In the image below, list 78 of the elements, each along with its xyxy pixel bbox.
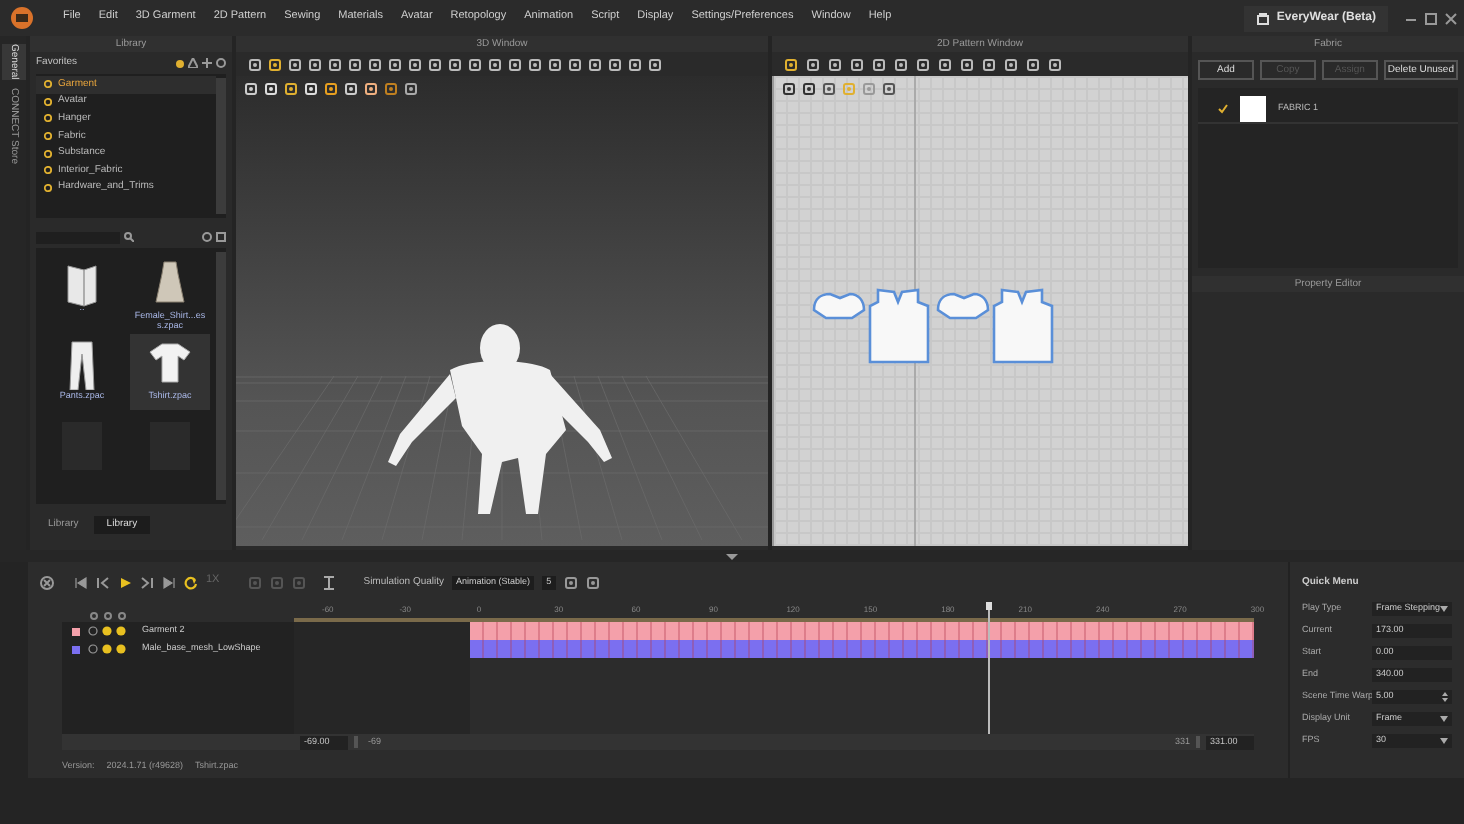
close-icon[interactable] xyxy=(1444,11,1458,25)
list-icon[interactable] xyxy=(216,232,226,242)
animation-clip-bar[interactable] xyxy=(470,622,1254,640)
scrollbar[interactable] xyxy=(216,252,226,500)
dropdown-arrow-icon xyxy=(1440,606,1448,612)
animation-clip-bar[interactable] xyxy=(470,640,1254,658)
tool-icon[interactable] xyxy=(784,57,798,71)
visibility-dot-icon[interactable] xyxy=(102,626,112,636)
tool-icon[interactable] xyxy=(308,57,322,71)
tool-icon[interactable] xyxy=(388,57,402,71)
tool-icon[interactable] xyxy=(1048,57,1062,71)
tool-icon[interactable] xyxy=(364,82,378,96)
star-dot-icon[interactable] xyxy=(176,59,184,67)
tool-icon[interactable] xyxy=(488,57,502,71)
range-handle[interactable] xyxy=(354,736,358,748)
range-handle[interactable] xyxy=(1195,736,1200,748)
tool-icon[interactable] xyxy=(806,57,820,71)
search-icon[interactable] xyxy=(124,232,134,242)
tool-icon[interactable] xyxy=(324,82,338,96)
tool-icon[interactable] xyxy=(648,57,662,71)
tool-icon[interactable] xyxy=(828,57,842,71)
skip-forward-icon[interactable] xyxy=(162,575,176,589)
triangle-icon[interactable] xyxy=(188,58,198,68)
tool-icon[interactable] xyxy=(548,57,562,71)
step-back-icon[interactable] xyxy=(96,575,110,589)
spinner-icon xyxy=(1442,692,1448,702)
checkmark-icon[interactable] xyxy=(1218,104,1228,114)
tool-icon[interactable] xyxy=(404,82,418,96)
skip-back-icon[interactable] xyxy=(74,575,88,589)
tool-icon[interactable] xyxy=(248,57,262,71)
add-icon[interactable] xyxy=(202,58,212,68)
tool-icon[interactable] xyxy=(882,82,896,96)
tool-icon[interactable] xyxy=(508,57,522,71)
tool-icon[interactable] xyxy=(428,57,442,71)
tool-icon[interactable] xyxy=(408,57,422,71)
tool-icon[interactable] xyxy=(1026,57,1040,71)
tool-icon[interactable] xyxy=(916,57,930,71)
tool-icon[interactable] xyxy=(850,57,864,71)
tool-icon[interactable] xyxy=(938,57,952,71)
tool-icon[interactable] xyxy=(782,82,796,96)
tool-icon[interactable] xyxy=(268,57,282,71)
tool-icon[interactable] xyxy=(384,82,398,96)
dropdown-arrow-icon xyxy=(1440,738,1448,744)
stop-icon[interactable] xyxy=(40,575,54,589)
tool-icon[interactable] xyxy=(568,57,582,71)
tool-icon[interactable] xyxy=(628,57,642,71)
fabric-swatch xyxy=(1240,96,1266,122)
visibility-dot-icon[interactable] xyxy=(102,644,112,654)
tool-icon[interactable] xyxy=(588,57,602,71)
tool-icon[interactable] xyxy=(872,57,886,71)
text-cursor-icon[interactable] xyxy=(323,575,334,589)
tool-icon[interactable] xyxy=(802,82,816,96)
dropdown-arrow-icon xyxy=(1440,716,1448,722)
tool-icon[interactable] xyxy=(284,82,298,96)
tool-icon[interactable] xyxy=(1004,57,1018,71)
play-icon[interactable] xyxy=(118,575,132,589)
tool-icon[interactable] xyxy=(585,575,600,589)
visibility-dot-icon[interactable] xyxy=(116,626,126,636)
tool-icon[interactable] xyxy=(528,57,542,71)
tool-icon[interactable] xyxy=(348,57,362,71)
loop-icon[interactable] xyxy=(184,575,198,589)
maximize-icon[interactable] xyxy=(1424,11,1438,25)
step-forward-icon[interactable] xyxy=(140,575,154,589)
tool-icon[interactable] xyxy=(608,57,622,71)
tool-icon[interactable] xyxy=(288,57,302,71)
tool-icon[interactable] xyxy=(982,57,996,71)
tool-icon[interactable] xyxy=(822,82,836,96)
tool-icon[interactable] xyxy=(328,57,342,71)
tool-icon[interactable] xyxy=(960,57,974,71)
playhead[interactable] xyxy=(985,602,992,734)
tool-icon[interactable] xyxy=(563,575,578,589)
tool-icon[interactable] xyxy=(368,57,382,71)
tool-icon[interactable] xyxy=(448,57,462,71)
tool-icon[interactable] xyxy=(894,57,908,71)
visibility-dot-icon[interactable] xyxy=(116,644,126,654)
scrollbar[interactable] xyxy=(216,78,226,214)
app-logo-icon[interactable] xyxy=(10,6,34,30)
tool-icon[interactable] xyxy=(468,57,482,71)
